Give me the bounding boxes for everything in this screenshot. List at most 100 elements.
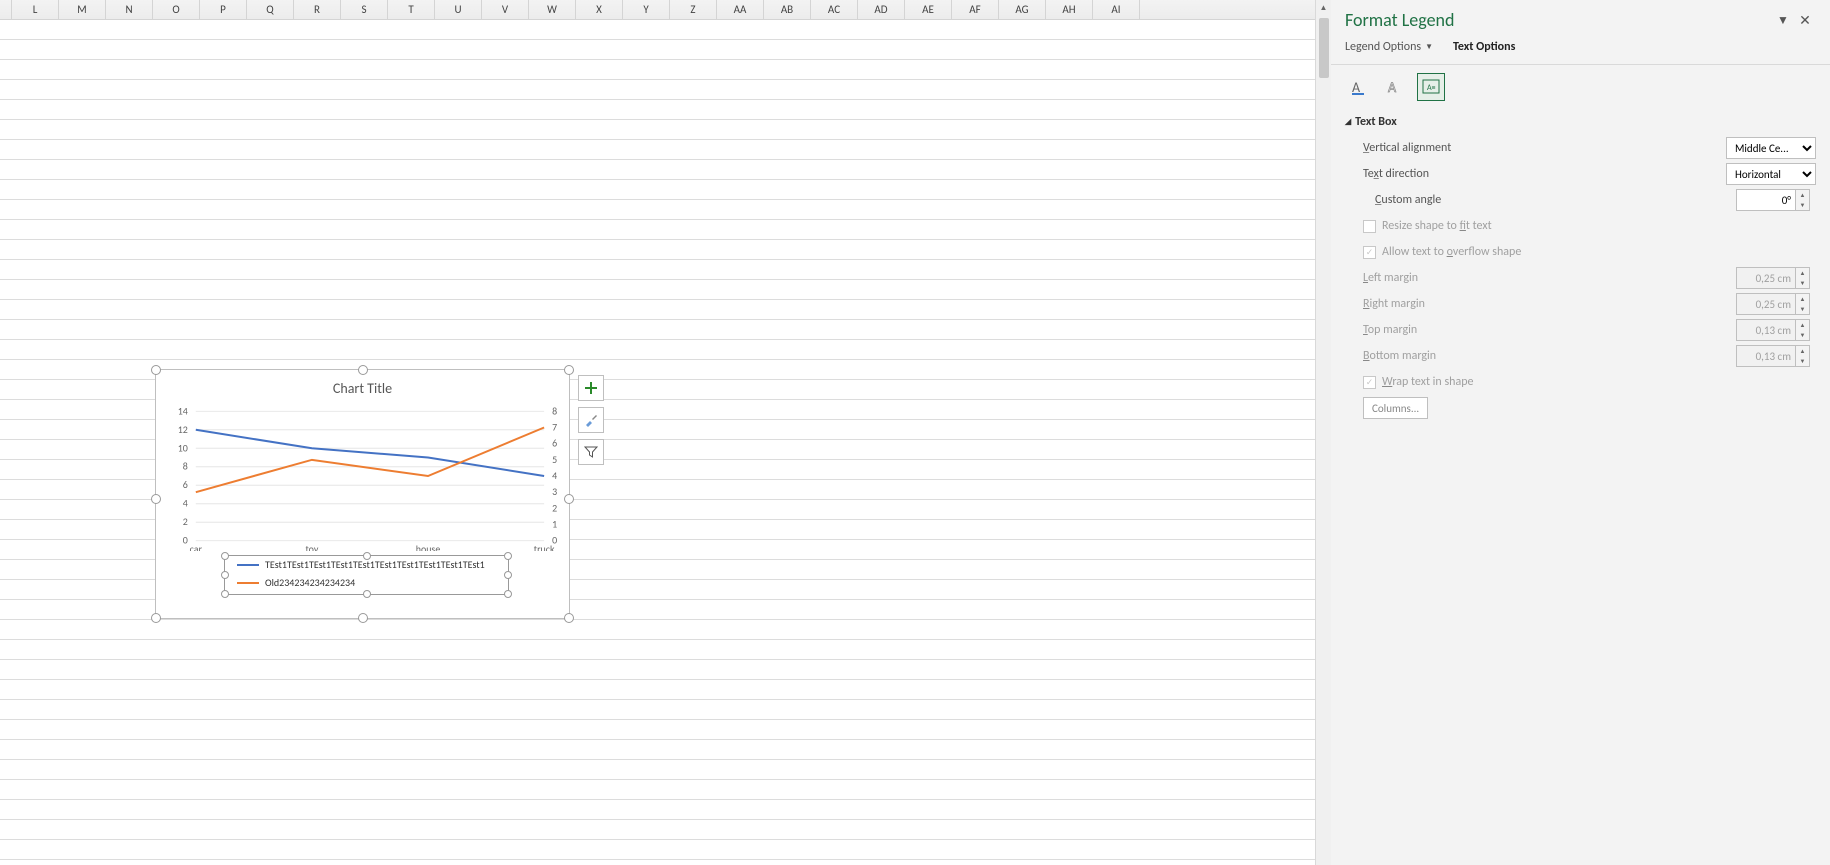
vertical-alignment-select[interactable]: Middle Ce... [1726,137,1816,159]
column-header-cell[interactable]: R [294,0,341,20]
svg-text:4: 4 [552,470,557,482]
column-header-cell[interactable]: U [435,0,482,20]
svg-text:A: A [1388,79,1397,96]
bottom-margin-input [1736,345,1796,367]
pane-menu-button[interactable]: ▼ [1772,13,1794,28]
chart-plot-area[interactable]: 02468101214012345678cartoyhousetruck [156,401,569,551]
column-header-cell[interactable]: AB [764,0,811,20]
column-header-cell[interactable]: N [106,0,153,20]
column-header-cell[interactable]: V [482,0,529,20]
legend-handle[interactable] [363,590,371,598]
column-header-cell[interactable]: AH [1046,0,1093,20]
resize-handle[interactable] [151,365,161,375]
legend-label: TEst1TEst1TEst1TEst1TEst1TEst1TEst1TEst1… [265,556,485,574]
brush-icon [584,413,598,427]
legend-handle[interactable] [504,552,512,560]
chart-side-buttons [578,375,604,465]
column-header-cell[interactable]: O [153,0,200,20]
chart-filters-button[interactable] [578,439,604,465]
legend-swatch [237,564,259,566]
text-effects-tab[interactable]: A [1381,73,1409,101]
chart-styles-button[interactable] [578,407,604,433]
format-legend-pane: Format Legend ▼ ✕ Legend Options ▼ Text … [1331,0,1830,865]
legend-handle[interactable] [504,590,512,598]
resize-handle[interactable] [564,365,574,375]
svg-text:car: car [190,544,203,551]
column-header-cell[interactable]: T [388,0,435,20]
legend-handle[interactable] [363,552,371,560]
embedded-chart[interactable]: Chart Title 02468101214012345678cartoyho… [155,369,570,619]
svg-text:toy: toy [305,544,318,551]
svg-text:2: 2 [552,502,557,514]
column-header-cell[interactable]: AF [952,0,999,20]
text-fill-icon: A [1350,78,1368,96]
vertical-scrollbar[interactable]: ▲ [1315,0,1331,865]
left-margin-label: Left margin [1363,271,1736,285]
svg-text:1: 1 [552,519,557,531]
columns-button[interactable]: Columns... [1363,397,1428,419]
column-header-cell[interactable]: AA [717,0,764,20]
text-direction-select[interactable]: Horizontal [1726,163,1816,185]
scroll-up-button[interactable]: ▲ [1316,0,1331,16]
column-header-cell[interactable]: AC [811,0,858,20]
allow-overflow-checkbox: ✓ [1363,246,1376,259]
custom-angle-input[interactable] [1736,189,1796,211]
column-header-cell[interactable]: S [341,0,388,20]
svg-text:14: 14 [178,405,188,417]
column-header-cell[interactable]: X [576,0,623,20]
svg-text:8: 8 [183,461,188,473]
svg-text:5: 5 [552,454,557,466]
close-pane-button[interactable]: ✕ [1794,12,1816,29]
text-fill-outline-tab[interactable]: A [1345,73,1373,101]
custom-angle-label: Custom angle [1375,193,1736,207]
column-header[interactable]: LMNOPQRSTUVWXYZAAABACADAEAFAGAHAI [0,0,1315,20]
legend-handle[interactable] [221,571,229,579]
legend-handle[interactable] [221,590,229,598]
column-header-cell[interactable]: M [59,0,106,20]
vertical-alignment-label: Vertical alignment [1363,141,1726,155]
column-header-cell[interactable]: P [200,0,247,20]
resize-handle[interactable] [151,613,161,623]
chart-elements-button[interactable] [578,375,604,401]
svg-text:3: 3 [552,486,557,498]
column-header-cell[interactable]: AD [858,0,905,20]
legend-handle[interactable] [504,571,512,579]
column-header-cell[interactable]: W [529,0,576,20]
column-header-cell[interactable]: Q [247,0,294,20]
tab-label: Legend Options [1345,40,1421,54]
column-header-cell[interactable]: L [12,0,59,20]
column-header-cell[interactable]: Y [623,0,670,20]
textbox-tab[interactable]: A≡ [1417,73,1445,101]
column-header-cell[interactable]: AG [999,0,1046,20]
tab-legend-options[interactable]: Legend Options ▼ [1345,40,1433,58]
legend-handle[interactable] [221,552,229,560]
resize-handle[interactable] [564,613,574,623]
bottom-margin-label: Bottom margin [1363,349,1736,363]
top-margin-input [1736,319,1796,341]
wrap-text-label: Wrap text in shape [1382,375,1816,389]
collapse-icon: ◢ [1345,117,1351,127]
tab-text-options[interactable]: Text Options [1453,40,1515,58]
svg-text:8: 8 [552,405,557,417]
right-margin-label: Right margin [1363,297,1736,311]
column-header-cell[interactable]: Z [670,0,717,20]
legend-swatch [237,582,259,584]
resize-handle[interactable] [358,365,368,375]
left-margin-input [1736,267,1796,289]
section-text-box[interactable]: ◢ Text Box [1345,115,1816,129]
text-direction-label: Text direction [1363,167,1726,181]
svg-text:10: 10 [178,442,188,454]
svg-text:4: 4 [183,498,188,510]
svg-text:truck: truck [534,544,555,551]
scroll-thumb[interactable] [1319,18,1329,78]
svg-text:2: 2 [183,516,188,528]
column-header-cell[interactable]: AI [1093,0,1140,20]
spinner-arrows[interactable]: ▲▼ [1796,189,1810,211]
textbox-icon: A≡ [1422,78,1440,96]
resize-handle[interactable] [358,613,368,623]
svg-text:12: 12 [178,424,188,436]
svg-text:0: 0 [183,535,188,547]
svg-text:7: 7 [552,421,557,433]
chart-legend[interactable]: TEst1TEst1TEst1TEst1TEst1TEst1TEst1TEst1… [224,555,509,595]
column-header-cell[interactable]: AE [905,0,952,20]
